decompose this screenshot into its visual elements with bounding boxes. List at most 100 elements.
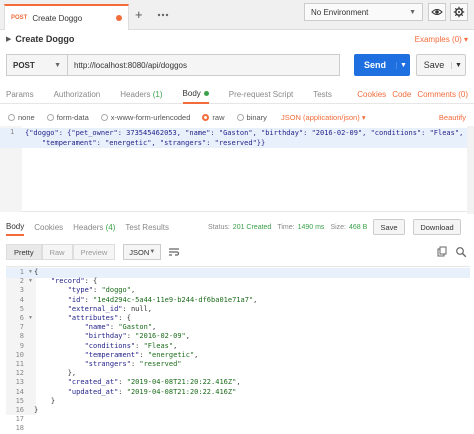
url-bar: POST ▼ http://localhost:8080/api/doggos (6, 54, 340, 76)
response-status: Status: 201 Created Time: 1490 ms Size: 468… (208, 223, 368, 231)
tab-prerequest-script[interactable]: Pre-request Script (229, 86, 293, 104)
request-body-editor[interactable]: 1 {"doggo": {"pet_owner": 373545462053, … (0, 126, 467, 212)
tab-strip: POST Create Doggo + No Environment ▼ (0, 0, 474, 30)
body-type-selector: none form-data x-www-form-urlencoded raw… (0, 110, 474, 124)
more-tabs-icon[interactable] (156, 9, 170, 21)
tab-body[interactable]: Body (182, 86, 209, 104)
response-line: } (34, 406, 39, 415)
response-line: "record": { (50, 277, 98, 286)
response-line: "conditions": "Fleas", (84, 341, 178, 350)
tab-tests[interactable]: Tests (313, 86, 332, 104)
format-select[interactable]: JSON ▼ (123, 244, 162, 260)
url-input[interactable]: http://localhost:8080/api/doggos (68, 54, 340, 76)
radio-circle-icon (236, 113, 244, 121)
tab-response-cookies[interactable]: Cookies (34, 218, 63, 236)
request-tab[interactable]: POST Create Doggo (4, 4, 129, 30)
request-tabs: Params Authorization Headers (1) Body Pr… (0, 86, 474, 104)
response-line: "created_at": "2019-04-08T21:20:22.416Z"… (67, 378, 241, 387)
response-line: "temperament": "energetic", (84, 350, 199, 359)
line-number: 1 (10, 128, 15, 136)
method-select[interactable]: POST ▼ (6, 54, 68, 76)
response-line (34, 415, 257, 424)
radio-selected-icon (202, 113, 210, 121)
new-tab-icon[interactable]: + (135, 8, 143, 21)
unsaved-dot-icon[interactable] (116, 15, 122, 21)
tab-headers[interactable]: Headers (1) (120, 86, 162, 104)
raw-button[interactable]: Raw (41, 244, 73, 260)
response-line: "external_id": null, (67, 304, 153, 313)
gear-icon (453, 6, 465, 18)
response-line: "attributes": { (67, 314, 131, 323)
fold-arrows[interactable]: ▼ ▼ ▼ (28, 268, 33, 323)
radio-urlencoded[interactable]: x-www-form-urlencoded (100, 113, 190, 122)
radio-form-data[interactable]: form-data (46, 113, 89, 122)
response-line: "name": "Gaston", (84, 323, 157, 332)
tab-response-body[interactable]: Body (6, 218, 25, 236)
radio-binary[interactable]: binary (236, 113, 267, 122)
environment-select[interactable]: No Environment ▼ (304, 3, 423, 21)
response-toolbar: Pretty Raw Preview JSON ▼ (6, 244, 181, 260)
chevron-down-icon: ▼ (409, 8, 416, 16)
status-value: 201 Created (232, 223, 272, 231)
tab-test-results[interactable]: Test Results (125, 218, 169, 236)
cookies-link[interactable]: Cookies (357, 90, 386, 99)
response-save-button[interactable]: Save (373, 219, 405, 235)
collapse-icon[interactable]: ▶ (6, 35, 11, 43)
tab-params[interactable]: Params (6, 86, 34, 104)
eye-icon (431, 9, 443, 15)
eye-button[interactable] (428, 3, 446, 21)
line-numbers: 1 2 3 4 5 6 7 8 9 10 11 12 13 14 15 16 1… (15, 268, 24, 433)
code-line-1: {"doggo": {"pet_owner": 373545462053, "n… (25, 129, 464, 137)
request-name: Create Doggo (15, 34, 75, 44)
download-button[interactable]: Download (413, 219, 461, 235)
response-line: "strangers": "reserved" (84, 360, 182, 369)
response-body-code: { "record": { "type": "doggo", "id": "1e… (34, 268, 257, 434)
code-link[interactable]: Code (392, 90, 411, 99)
content-type-dropdown[interactable]: JSON (application/json) ▾ (281, 113, 366, 122)
time-value: 1490 ms (297, 223, 325, 231)
settings-button[interactable] (450, 3, 468, 21)
response-line (34, 424, 257, 433)
save-label: Save (423, 60, 445, 70)
response-line: }, (34, 369, 77, 378)
copy-icon[interactable] (436, 246, 448, 258)
tab-response-headers[interactable]: Headers (4) (73, 218, 115, 236)
response-line: { (34, 268, 39, 276)
save-button[interactable]: Save ▼ (416, 54, 466, 76)
send-label: Send (363, 60, 386, 70)
pretty-button[interactable]: Pretty (6, 244, 42, 260)
request-header: ▶ Create Doggo Examples (0) ▾ (0, 30, 474, 48)
environment-label: No Environment (311, 7, 369, 17)
radio-circle-icon (46, 113, 54, 121)
request-body-code: {"doggo": {"pet_owner": 373545462053, "n… (25, 128, 463, 148)
comments-link[interactable]: Comments (0) (417, 90, 468, 99)
body-indicator-dot (203, 91, 209, 96)
tab-method: POST (11, 15, 28, 21)
radio-circle-icon (100, 113, 108, 121)
chevron-down-icon: ▼ (149, 249, 156, 255)
chevron-down-icon: ▼ (54, 61, 61, 69)
size-value: 468 B (349, 223, 368, 231)
response-line: "type": "doggo", (67, 286, 136, 295)
editor-scrollbar[interactable] (467, 126, 474, 214)
preview-button[interactable]: Preview (72, 244, 116, 260)
wrap-lines-icon[interactable] (167, 245, 181, 259)
response-line: "id": "1e4d294c-5a44-11e9-b244-df6ba01e7… (67, 295, 258, 304)
code-line-2: "temperament": "energetic", "strangers":… (41, 139, 266, 147)
search-icon[interactable] (455, 246, 467, 258)
examples-dropdown[interactable]: Examples (0) ▾ (415, 35, 468, 44)
radio-raw[interactable]: raw (202, 113, 225, 122)
radio-circle-icon (8, 113, 15, 121)
tab-authorization[interactable]: Authorization (54, 86, 101, 104)
radio-none[interactable]: none (8, 113, 35, 122)
url-text: http://localhost:8080/api/doggos (74, 60, 187, 70)
chevron-down-icon[interactable]: ▼ (451, 61, 465, 69)
tab-title: Create Doggo (32, 13, 83, 23)
beautify-link[interactable]: Beautify (439, 113, 466, 122)
response-body-viewer[interactable]: 1 2 3 4 5 6 7 8 9 10 11 12 13 14 15 16 1… (6, 266, 470, 432)
method-label: POST (13, 60, 35, 70)
chevron-down-icon[interactable]: ▼ (396, 61, 410, 69)
response-line: "birthday": "2016-02-09", (84, 332, 190, 341)
response-line: } (34, 396, 56, 405)
send-button[interactable]: Send ▼ (354, 54, 410, 76)
